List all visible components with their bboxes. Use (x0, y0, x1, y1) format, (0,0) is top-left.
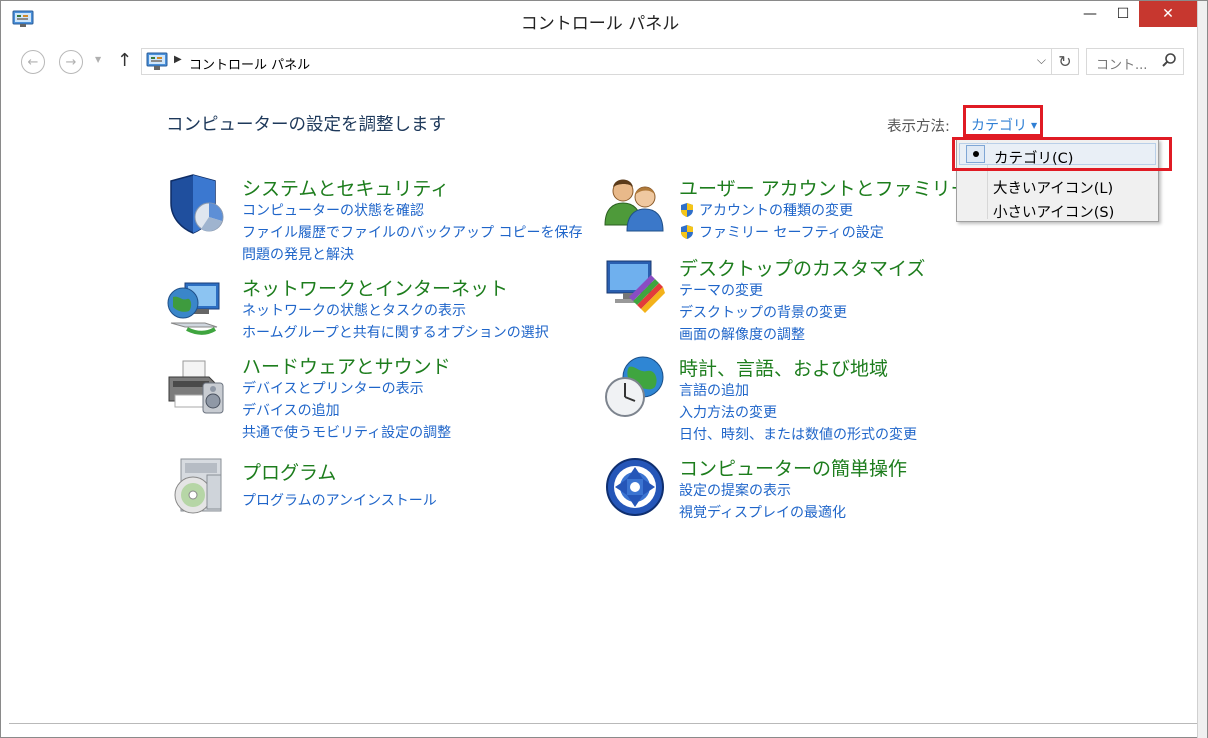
printer-speaker-icon[interactable] (165, 355, 229, 419)
ease-of-access-icon[interactable] (603, 455, 667, 519)
link-uninstall-program[interactable]: プログラムのアンインストール (242, 490, 437, 510)
link-family-safety-label: ファミリー セーフティの設定 (699, 225, 884, 241)
link-find-fix-problems[interactable]: 問題の発見と解決 (242, 244, 354, 264)
window-title: コントロール パネル (520, 14, 680, 34)
breadcrumb-path[interactable]: コントロール パネル (189, 54, 310, 73)
menu-item-large-icons-label: 大きいアイコン(L) (993, 181, 1114, 197)
menu-item-small-icons[interactable]: 小さいアイコン(S) (959, 198, 1156, 221)
control-panel-window: コントロール パネル — ☐ ✕ ← → ▼ ↑ ▶ コントロール パネル ⌵ (0, 0, 1208, 738)
category-appearance[interactable]: デスクトップのカスタマイズ (679, 254, 925, 281)
link-family-safety[interactable]: ファミリー セーフティの設定 (679, 222, 884, 242)
search-icon[interactable] (1161, 52, 1177, 68)
clock-globe-icon[interactable] (603, 355, 667, 419)
page-title: コンピューターの設定を調整します (166, 115, 446, 135)
menu-item-small-icons-label: 小さいアイコン(S) (993, 205, 1115, 221)
category-network-internet[interactable]: ネットワークとインターネット (242, 274, 508, 301)
view-by-value: カテゴリ (971, 118, 1027, 134)
link-mobility-settings[interactable]: 共通で使うモビリティ設定の調整 (242, 422, 451, 442)
link-change-date-format[interactable]: 日付、時刻、または数値の形式の変更 (679, 424, 917, 444)
link-change-input-method[interactable]: 入力方法の変更 (679, 402, 777, 422)
link-add-device[interactable]: デバイスの追加 (242, 400, 340, 420)
back-button[interactable]: ← (21, 50, 45, 74)
link-network-status-tasks[interactable]: ネットワークの状態とタスクの表示 (242, 300, 466, 320)
search-input[interactable]: コント... (1086, 48, 1184, 75)
dropdown-caret-icon: ▼ (1031, 121, 1038, 130)
navigation-bar: ← → ▼ ↑ ▶ コントロール パネル ⌵ ↻ コント... (9, 41, 1199, 81)
control-panel-icon (146, 52, 168, 70)
link-file-history-backup[interactable]: ファイル履歴でファイルのバックアップ コピーを保存 (242, 222, 582, 242)
category-hardware-sound[interactable]: ハードウェアとサウンド (242, 352, 451, 379)
recent-locations-dropdown-icon[interactable]: ▼ (95, 55, 101, 64)
uac-shield-icon (681, 225, 693, 239)
desktop-customize-icon[interactable] (603, 255, 667, 319)
close-button[interactable]: ✕ (1139, 1, 1197, 27)
link-check-computer-status[interactable]: コンピューターの状態を確認 (242, 200, 424, 220)
title-bar: コントロール パネル — ☐ ✕ (1, 1, 1199, 39)
uac-shield-icon (681, 203, 693, 217)
address-bar[interactable]: ▶ コントロール パネル ⌵ ↻ (141, 48, 1079, 75)
breadcrumb-chevron-icon[interactable]: ▶ (174, 54, 182, 65)
network-globe-icon[interactable] (165, 277, 229, 341)
programs-disc-icon[interactable] (167, 455, 231, 519)
up-arrow-icon[interactable]: ↑ (117, 50, 132, 71)
link-devices-printers[interactable]: デバイスとプリンターの表示 (242, 378, 424, 398)
link-change-background[interactable]: デスクトップの背景の変更 (679, 302, 847, 322)
refresh-icon: ↻ (1058, 52, 1072, 71)
bottom-divider (9, 723, 1199, 724)
category-system-security[interactable]: システムとセキュリティ (242, 174, 449, 201)
view-by-label: 表示方法: (887, 119, 950, 135)
address-dropdown-icon[interactable]: ⌵ (1037, 53, 1046, 68)
minimize-button[interactable]: — (1073, 1, 1107, 27)
refresh-button[interactable]: ↻ (1051, 49, 1078, 74)
shield-security-icon[interactable] (163, 173, 227, 237)
forward-arrow-icon: → (65, 54, 77, 70)
category-clock-region[interactable]: 時計、言語、および地域 (679, 354, 888, 381)
maximize-button[interactable]: ☐ (1107, 1, 1139, 27)
link-suggested-settings[interactable]: 設定の提案の表示 (679, 480, 791, 500)
link-adjust-resolution[interactable]: 画面の解像度の調整 (679, 324, 805, 344)
link-change-account-type-label: アカウントの種類の変更 (699, 203, 853, 219)
user-accounts-icon[interactable] (603, 173, 667, 237)
link-homegroup-sharing[interactable]: ホームグループと共有に関するオプションの選択 (242, 322, 549, 342)
category-programs[interactable]: プログラム (242, 458, 336, 485)
link-add-language[interactable]: 言語の追加 (679, 380, 749, 400)
search-placeholder: コント... (1096, 58, 1148, 73)
highlight-box (952, 137, 1172, 171)
link-optimize-display[interactable]: 視覚ディスプレイの最適化 (679, 502, 846, 522)
link-change-account-type[interactable]: アカウントの種類の変更 (679, 200, 853, 220)
background-window-edge (1197, 1, 1207, 738)
back-arrow-icon: ← (27, 54, 39, 70)
menu-item-large-icons[interactable]: 大きいアイコン(L) (959, 174, 1156, 197)
category-ease-of-access[interactable]: コンピューターの簡単操作 (679, 454, 907, 481)
forward-button[interactable]: → (59, 50, 83, 74)
link-change-theme[interactable]: テーマの変更 (679, 280, 763, 300)
view-by-dropdown[interactable]: カテゴリ ▼ (963, 105, 1043, 137)
